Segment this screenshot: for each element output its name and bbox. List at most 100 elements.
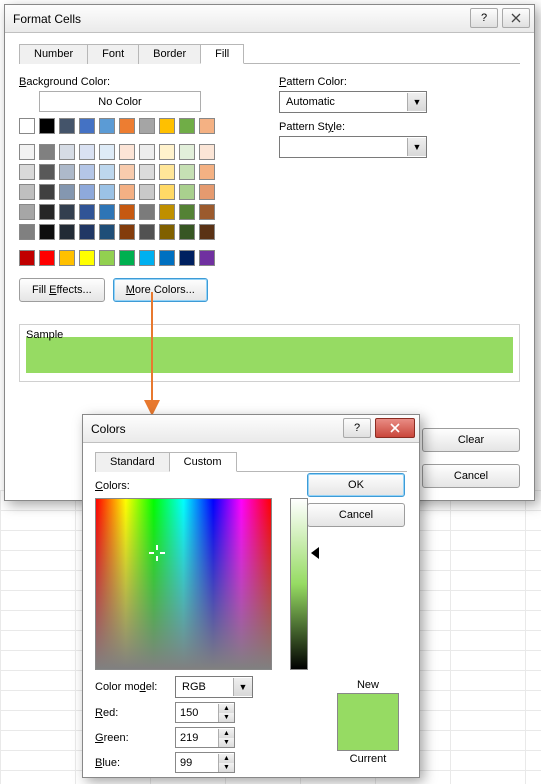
color-swatch[interactable] (199, 144, 215, 160)
color-swatch[interactable] (119, 144, 135, 160)
color-swatch[interactable] (19, 184, 35, 200)
color-swatch[interactable] (179, 250, 195, 266)
color-swatch[interactable] (159, 164, 175, 180)
color-swatch[interactable] (199, 184, 215, 200)
color-swatch[interactable] (59, 144, 75, 160)
color-swatch[interactable] (79, 164, 95, 180)
color-swatch[interactable] (159, 184, 175, 200)
color-swatch[interactable] (99, 144, 115, 160)
color-swatch[interactable] (19, 118, 35, 134)
color-swatch[interactable] (119, 250, 135, 266)
color-swatch[interactable] (179, 164, 195, 180)
color-swatch[interactable] (79, 118, 95, 134)
color-swatch[interactable] (119, 184, 135, 200)
color-swatch[interactable] (159, 118, 175, 134)
more-colors-button[interactable]: More Colors... (113, 278, 208, 302)
no-color-button[interactable]: No Color (39, 91, 201, 112)
tab-fill[interactable]: Fill (200, 44, 244, 64)
crosshair-cursor[interactable] (151, 547, 163, 559)
color-swatch[interactable] (199, 250, 215, 266)
color-swatch[interactable] (59, 250, 75, 266)
color-swatch[interactable] (39, 118, 55, 134)
color-swatch[interactable] (119, 204, 135, 220)
color-swatch[interactable] (139, 118, 155, 134)
color-swatch[interactable] (199, 224, 215, 240)
pattern-style-combo[interactable]: ▼ (279, 136, 427, 158)
blue-input[interactable] (176, 756, 218, 770)
color-swatch[interactable] (39, 204, 55, 220)
color-swatch[interactable] (59, 164, 75, 180)
spin-down-icon[interactable]: ▼ (219, 713, 234, 722)
color-swatch[interactable] (179, 204, 195, 220)
color-swatch[interactable] (179, 184, 195, 200)
color-swatch[interactable] (99, 164, 115, 180)
color-swatch[interactable] (199, 204, 215, 220)
color-swatch[interactable] (39, 144, 55, 160)
color-swatch[interactable] (39, 250, 55, 266)
color-swatch[interactable] (39, 184, 55, 200)
cancel-button[interactable]: Cancel (422, 464, 520, 488)
color-swatch[interactable] (139, 204, 155, 220)
spin-up-icon[interactable]: ▲ (219, 754, 234, 763)
color-swatch[interactable] (39, 224, 55, 240)
color-swatch[interactable] (159, 250, 175, 266)
color-swatch[interactable] (159, 224, 175, 240)
color-swatch[interactable] (179, 144, 195, 160)
help-button[interactable]: ? (343, 418, 371, 438)
color-swatch[interactable] (79, 184, 95, 200)
color-model-combo[interactable]: RGB ▼ (175, 676, 253, 698)
spin-up-icon[interactable]: ▲ (219, 729, 234, 738)
color-swatch[interactable] (139, 144, 155, 160)
color-swatch[interactable] (19, 204, 35, 220)
tab-number[interactable]: Number (19, 44, 88, 64)
color-swatch[interactable] (99, 224, 115, 240)
color-swatch[interactable] (99, 204, 115, 220)
green-input[interactable] (176, 731, 218, 745)
color-swatch[interactable] (59, 224, 75, 240)
color-spectrum[interactable] (95, 498, 272, 670)
color-swatch[interactable] (139, 224, 155, 240)
color-swatch[interactable] (179, 224, 195, 240)
color-swatch[interactable] (19, 250, 35, 266)
color-swatch[interactable] (99, 118, 115, 134)
color-swatch[interactable] (139, 184, 155, 200)
spin-up-icon[interactable]: ▲ (219, 704, 234, 713)
color-swatch[interactable] (19, 164, 35, 180)
color-swatch[interactable] (119, 164, 135, 180)
pattern-color-combo[interactable]: Automatic ▼ (279, 91, 427, 113)
color-swatch[interactable] (79, 144, 95, 160)
help-button[interactable]: ? (470, 8, 498, 28)
color-swatch[interactable] (39, 164, 55, 180)
luminance-slider[interactable] (290, 498, 308, 670)
color-swatch[interactable] (79, 224, 95, 240)
red-spin[interactable]: ▲▼ (175, 702, 235, 723)
ok-button[interactable]: OK (307, 473, 405, 497)
color-swatch[interactable] (19, 144, 35, 160)
cancel-button[interactable]: Cancel (307, 503, 405, 527)
color-swatch[interactable] (139, 164, 155, 180)
color-swatch[interactable] (79, 204, 95, 220)
close-button[interactable] (502, 8, 530, 28)
spin-down-icon[interactable]: ▼ (219, 763, 234, 772)
color-swatch[interactable] (199, 164, 215, 180)
color-swatch[interactable] (59, 204, 75, 220)
color-swatch[interactable] (19, 224, 35, 240)
green-spin[interactable]: ▲▼ (175, 727, 235, 748)
tab-standard[interactable]: Standard (95, 452, 170, 472)
color-swatch[interactable] (139, 250, 155, 266)
red-input[interactable] (176, 706, 218, 720)
clear-button[interactable]: Clear (422, 428, 520, 452)
color-swatch[interactable] (79, 250, 95, 266)
color-swatch[interactable] (179, 118, 195, 134)
color-swatch[interactable] (59, 118, 75, 134)
close-button[interactable] (375, 418, 415, 438)
color-swatch[interactable] (199, 118, 215, 134)
spin-down-icon[interactable]: ▼ (219, 738, 234, 747)
color-swatch[interactable] (59, 184, 75, 200)
color-swatch[interactable] (99, 250, 115, 266)
color-swatch[interactable] (99, 184, 115, 200)
tab-border[interactable]: Border (138, 44, 201, 64)
fill-effects-button[interactable]: Fill Effects... (19, 278, 105, 302)
color-swatch[interactable] (119, 224, 135, 240)
tab-custom[interactable]: Custom (169, 452, 237, 472)
